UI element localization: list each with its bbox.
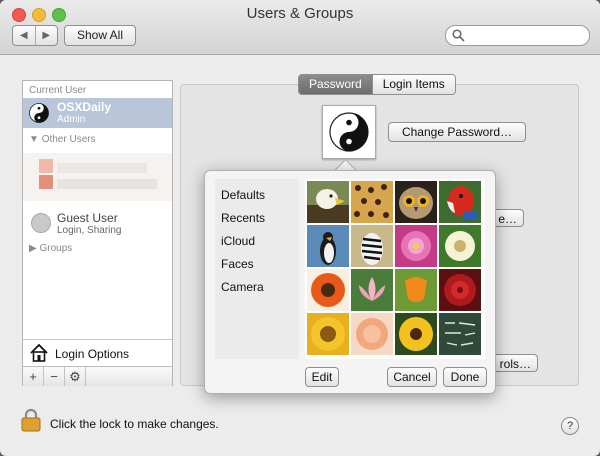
remove-user-button[interactable]: − bbox=[44, 367, 65, 386]
gear-icon[interactable]: ⚙ bbox=[65, 367, 86, 386]
lock-icon[interactable] bbox=[21, 408, 41, 432]
title-bar: Users & Groups ◀ ▶ Show All bbox=[0, 0, 600, 55]
blurred-avatar bbox=[39, 159, 53, 173]
chalkboard-picture[interactable] bbox=[439, 313, 481, 355]
pink-flower-picture[interactable] bbox=[395, 225, 437, 267]
change-password-button[interactable]: Change Password… bbox=[388, 122, 526, 142]
blurred-name bbox=[57, 163, 147, 173]
guest-user-avatar bbox=[31, 213, 51, 233]
sidebar-tool-bar: + − ⚙ bbox=[23, 366, 172, 386]
orange-tulip-picture[interactable] bbox=[395, 269, 437, 311]
source-icloud[interactable]: iCloud bbox=[221, 234, 255, 248]
source-recents[interactable]: Recents bbox=[221, 211, 265, 225]
source-defaults[interactable]: Defaults bbox=[221, 188, 265, 202]
cancel-button[interactable]: Cancel bbox=[387, 367, 437, 387]
current-user-name: OSXDaily bbox=[57, 100, 112, 114]
source-faces[interactable]: Faces bbox=[221, 257, 254, 271]
blurred-avatar bbox=[39, 175, 53, 189]
source-camera[interactable]: Camera bbox=[221, 280, 264, 294]
login-options-label: Login Options bbox=[55, 347, 130, 361]
guest-user-subtitle: Login, Sharing bbox=[57, 225, 122, 236]
yin-yang-icon bbox=[329, 112, 369, 152]
picture-picker-popover: Defaults Recents iCloud Faces Camera Edi… bbox=[204, 170, 496, 394]
current-user-role: Admin bbox=[57, 114, 86, 125]
lock-message: Click the lock to make changes. bbox=[50, 417, 219, 431]
pink-rose-picture[interactable] bbox=[351, 313, 393, 355]
groups-label: Groups bbox=[39, 243, 73, 254]
dandelion-picture[interactable] bbox=[439, 225, 481, 267]
user-picture-button[interactable] bbox=[322, 105, 376, 159]
back-forward-control: ◀ ▶ bbox=[12, 25, 58, 46]
help-button[interactable]: ? bbox=[561, 417, 579, 435]
users-groups-window: Users & Groups ◀ ▶ Show All Current User… bbox=[0, 0, 600, 456]
add-user-button[interactable]: + bbox=[23, 367, 44, 386]
forward-button[interactable]: ▶ bbox=[36, 26, 58, 45]
guest-user-name[interactable]: Guest User bbox=[57, 211, 118, 225]
blurred-name bbox=[57, 179, 157, 189]
window-title: Users & Groups bbox=[246, 5, 354, 22]
back-button[interactable]: ◀ bbox=[13, 26, 36, 45]
house-icon bbox=[30, 343, 48, 362]
yin-yang-avatar-icon bbox=[29, 103, 49, 123]
tab-login-items[interactable]: Login Items bbox=[371, 75, 455, 94]
owl-picture[interactable] bbox=[395, 181, 437, 223]
search-icon bbox=[452, 29, 465, 42]
leopard-picture[interactable] bbox=[351, 181, 393, 223]
blurred-user-row[interactable] bbox=[23, 153, 172, 201]
current-user-header: Current User bbox=[29, 85, 87, 96]
eagle-picture[interactable] bbox=[307, 181, 349, 223]
login-options-item[interactable]: Login Options bbox=[23, 339, 172, 366]
other-users-header[interactable]: ▼ Other Users bbox=[29, 134, 96, 145]
show-all-button[interactable]: Show All bbox=[64, 25, 136, 46]
picture-grid bbox=[305, 179, 485, 359]
penguin-picture[interactable] bbox=[307, 225, 349, 267]
picture-source-list: Defaults Recents iCloud Faces Camera bbox=[215, 179, 299, 359]
orange-flower-picture[interactable] bbox=[307, 269, 349, 311]
zebra-picture[interactable] bbox=[351, 225, 393, 267]
tab-bar: Password Login Items bbox=[298, 74, 456, 95]
lotus-picture[interactable] bbox=[351, 269, 393, 311]
groups-header[interactable]: ▶ Groups bbox=[29, 243, 72, 254]
edit-button[interactable]: Edit bbox=[305, 367, 339, 387]
done-button[interactable]: Done bbox=[443, 367, 487, 387]
users-sidebar: Current User OSXDaily Admin ▼ Other User… bbox=[22, 80, 173, 386]
sidebar-item-current-user[interactable]: OSXDaily Admin bbox=[23, 98, 172, 128]
sunflower-picture[interactable] bbox=[307, 313, 349, 355]
search-field[interactable] bbox=[445, 25, 590, 46]
parrot-picture[interactable] bbox=[439, 181, 481, 223]
gerbera-picture[interactable] bbox=[395, 313, 437, 355]
other-users-label: Other Users bbox=[41, 134, 96, 145]
tab-password[interactable]: Password bbox=[299, 75, 372, 94]
red-rose-picture[interactable] bbox=[439, 269, 481, 311]
